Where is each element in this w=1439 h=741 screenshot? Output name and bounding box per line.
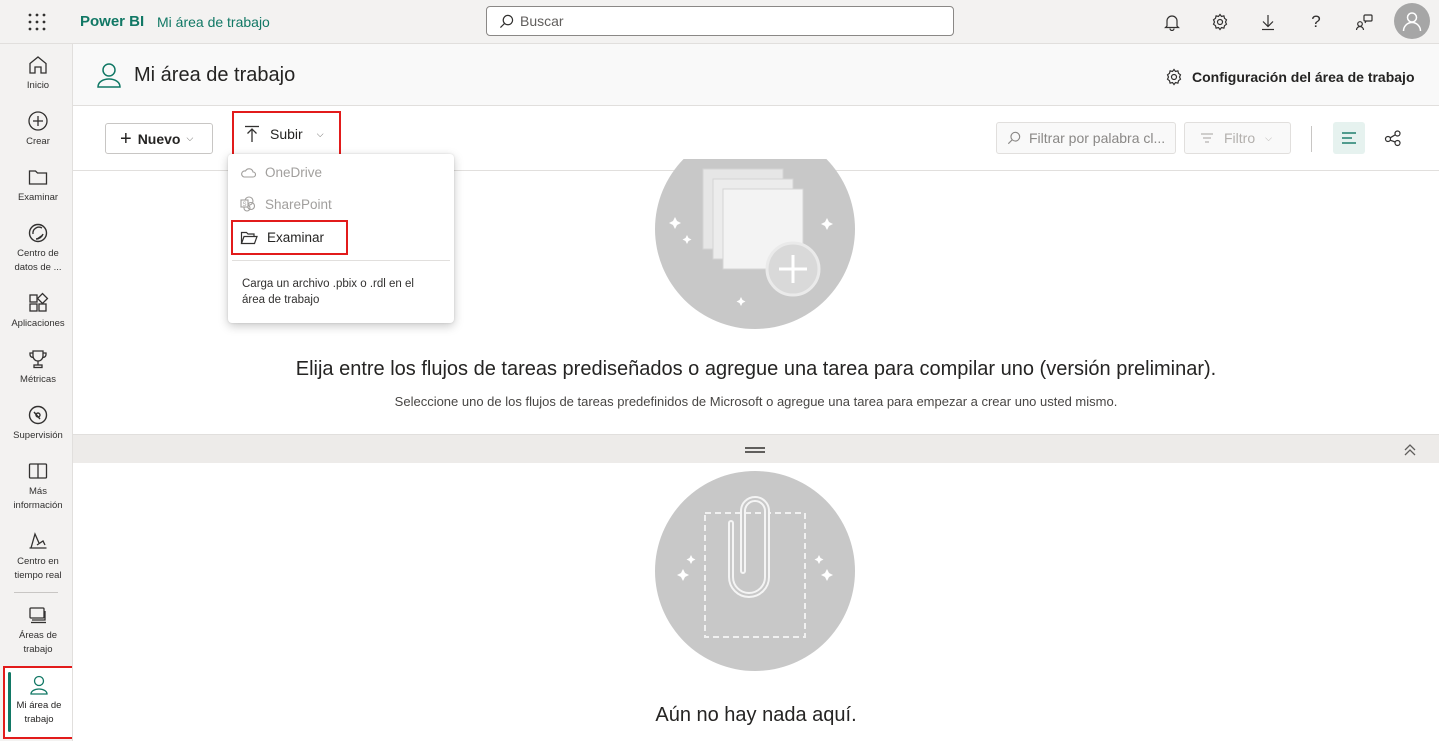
items-section: Aún no hay nada aquí. — [73, 463, 1439, 741]
workspace-header: Mi área de trabajo Configuración del áre… — [73, 44, 1439, 106]
nav-item-workspaces[interactable]: Áreas de trabajo — [0, 604, 76, 657]
task-flow-subtitle: Seleccione uno de los flujos de tareas p… — [394, 394, 1118, 409]
cloud-icon — [241, 168, 256, 178]
upload-menu: OneDrive S SharePoint Examinar Carga un … — [228, 154, 454, 323]
main-panel: Mi área de trabajo Configuración del áre… — [72, 44, 1439, 741]
nav-label: Centro en tiempo real — [14, 556, 62, 581]
app-launcher-icon[interactable] — [27, 12, 47, 32]
workspace-settings-button[interactable]: Configuración del área de trabajo — [1165, 68, 1415, 86]
drag-handle-icon[interactable] — [745, 447, 765, 453]
menu-item-label: OneDrive — [265, 164, 323, 180]
download-icon[interactable] — [1256, 10, 1280, 34]
book-icon — [28, 463, 48, 479]
nav-label: Crear — [26, 136, 50, 147]
search-input[interactable] — [520, 12, 940, 30]
nav-label: Métricas — [20, 374, 56, 385]
upload-hint-text: Carga un archivo .pbix o .rdl en el área… — [242, 278, 414, 306]
upload-button[interactable]: Subir ⌵ — [232, 111, 341, 157]
task-flow-title: Elija entre los flujos de tareas predise… — [295, 358, 1217, 380]
gear-icon[interactable] — [1208, 10, 1232, 34]
account-icon — [1402, 12, 1422, 32]
list-view-icon — [1342, 132, 1356, 144]
svg-text:S: S — [243, 202, 247, 208]
toolbar-divider — [1311, 126, 1312, 152]
filter-label: Filtro — [1224, 130, 1256, 146]
open-folder-icon — [240, 231, 258, 244]
nav-label: Áreas de trabajo — [18, 630, 58, 655]
person-icon — [29, 675, 48, 695]
nav-item-realtime[interactable]: Centro en tiempo real — [0, 530, 76, 583]
task-flow-illustration — [655, 159, 855, 329]
lineage-view-button[interactable] — [1377, 122, 1409, 154]
plus-icon: + — [120, 127, 132, 150]
keyword-filter-input[interactable]: Filtrar por palabra cl... — [996, 122, 1176, 154]
search-icon — [1007, 131, 1021, 145]
search-icon — [499, 14, 514, 29]
keyword-filter-placeholder: Filtrar por palabra cl... — [1029, 130, 1166, 146]
nav-item-home[interactable]: Inicio — [0, 54, 76, 93]
nav-item-my-workspace[interactable]: Mi área de trabajo — [3, 666, 74, 739]
nav-label: Aplicaciones — [11, 318, 65, 329]
nav-divider — [14, 592, 58, 593]
new-label: Nuevo — [137, 130, 181, 147]
nav-item-data-hub[interactable]: Centro de datos de ... — [0, 222, 76, 275]
feedback-icon[interactable] — [1352, 10, 1376, 34]
filter-icon — [1201, 133, 1213, 143]
nav-label: Mi área de trabajo — [16, 700, 62, 725]
chevron-down-icon: ⌵ — [1265, 132, 1272, 143]
menu-item-sharepoint[interactable]: S SharePoint — [228, 189, 454, 219]
menu-item-label: Examinar — [267, 230, 325, 245]
nav-label: Más información — [13, 486, 63, 511]
sharepoint-icon: S — [240, 196, 256, 212]
nav-item-metrics[interactable]: Métricas — [0, 348, 76, 387]
gear-icon — [1166, 68, 1182, 86]
nav-label: Examinar — [17, 192, 59, 203]
menu-item-onedrive[interactable]: OneDrive — [228, 157, 454, 187]
upload-icon — [245, 125, 259, 142]
account-avatar[interactable] — [1394, 3, 1430, 39]
menu-item-browse[interactable]: Examinar — [231, 220, 348, 255]
pane-splitter[interactable] — [73, 434, 1439, 463]
left-nav: Inicio Crear Examinar Centro de datos de… — [0, 44, 76, 741]
realtime-icon — [29, 532, 47, 549]
workspaces-icon — [29, 607, 46, 624]
data-hub-icon — [28, 223, 48, 243]
top-bar: Power BI Mi área de trabajo ? — [0, 0, 1439, 44]
nav-item-apps[interactable]: Aplicaciones — [0, 292, 76, 331]
empty-state-title: Aún no hay nada aquí. — [655, 704, 857, 726]
nav-item-learn[interactable]: Más información — [0, 460, 76, 513]
nav-label: Centro de datos de ... — [14, 248, 62, 273]
filter-button[interactable]: Filtro ⌵ — [1184, 122, 1291, 154]
app-name[interactable]: Power BI — [80, 13, 144, 30]
help-icon[interactable]: ? — [1304, 10, 1328, 34]
new-button[interactable]: + Nuevo ⌵ — [105, 123, 213, 154]
nav-item-create[interactable]: Crear — [0, 110, 76, 149]
monitor-icon — [28, 405, 48, 425]
list-view-button[interactable] — [1333, 122, 1365, 154]
nav-item-browse[interactable]: Examinar — [0, 166, 76, 205]
home-icon — [29, 56, 47, 74]
nav-label: Supervisión — [13, 430, 63, 441]
chevron-down-icon: ⌵ — [186, 133, 194, 143]
apps-icon — [29, 292, 49, 312]
workspace-settings-label: Configuración del área de trabajo — [1192, 69, 1415, 85]
page-title: Mi área de trabajo — [134, 64, 296, 86]
menu-divider — [232, 260, 450, 261]
chevron-down-icon: ⌵ — [316, 128, 324, 139]
workspace-person-icon — [97, 63, 121, 88]
nav-item-monitor[interactable]: Supervisión — [0, 404, 76, 443]
bell-icon[interactable] — [1160, 10, 1184, 34]
search-box[interactable] — [486, 6, 954, 36]
trophy-icon — [29, 350, 47, 369]
plus-circle-icon — [28, 111, 48, 131]
menu-item-label: SharePoint — [265, 196, 332, 212]
folder-icon — [28, 170, 48, 185]
empty-state-illustration — [655, 471, 855, 671]
collapse-up-icon[interactable] — [1401, 441, 1419, 459]
upload-label: Subir — [270, 126, 303, 142]
lineage-icon — [1384, 130, 1401, 147]
nav-label: Inicio — [26, 80, 50, 91]
breadcrumb[interactable]: Mi área de trabajo — [157, 14, 270, 30]
